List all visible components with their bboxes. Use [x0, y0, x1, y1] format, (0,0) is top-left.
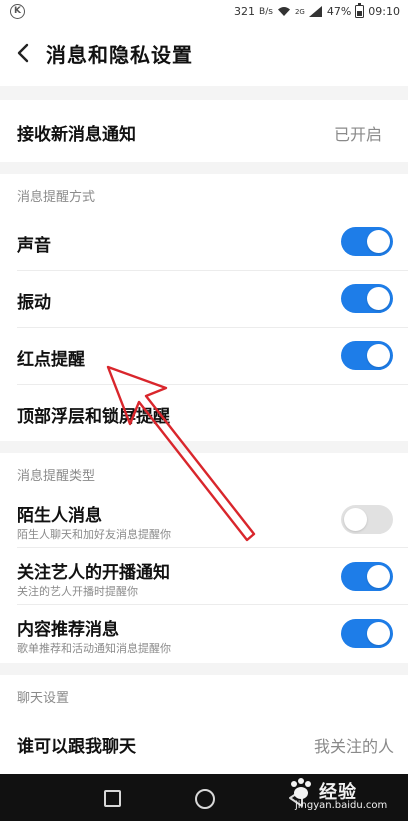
receive-notify-row[interactable]: 接收新消息通知 已开启 [0, 100, 408, 162]
home-icon[interactable] [195, 789, 215, 809]
artist-live-toggle[interactable] [341, 562, 393, 591]
reminder-type-card: 消息提醒类型 陌生人消息 陌生人聊天和加好友消息提醒你 关注艺人的开播通知 关注… [0, 453, 408, 663]
red-dot-toggle[interactable] [341, 341, 393, 370]
network-speed-unit: B/s [259, 6, 273, 17]
signal-icon [308, 6, 323, 17]
who-can-chat-row[interactable]: 谁可以跟我聊天 我关注的人 [0, 715, 408, 771]
receive-notify-label: 接收新消息通知 [17, 125, 136, 145]
toggle-knob [344, 508, 367, 531]
paw-logo-icon [291, 778, 311, 799]
recommend-label: 内容推荐消息 [17, 620, 119, 640]
red-dot-label: 红点提醒 [17, 350, 85, 370]
who-can-chat-label: 谁可以跟我聊天 [17, 737, 136, 757]
clock-time: 09:10 [368, 5, 400, 18]
reminder-type-artist-live[interactable]: 关注艺人的开播通知 关注的艺人开播时提醒你 [0, 548, 408, 604]
chat-settings-card: 聊天设置 谁可以跟我聊天 我关注的人 [0, 675, 408, 774]
top-float-lock-row[interactable]: 顶部浮层和锁屏提醒 [0, 385, 408, 441]
reminder-mode-card: 消息提醒方式 声音 振动 红点提醒 顶部浮层和锁屏提醒 [0, 174, 408, 441]
artist-live-sub: 关注的艺人开播时提醒你 [17, 585, 138, 598]
battery-icon [355, 3, 365, 18]
page-title: 消息和隐私设置 [46, 43, 193, 67]
status-bar: K 321 B/s 2G 47% 09:10 [0, 0, 408, 24]
status-indicators: 321 B/s 2G 47% 09:10 [234, 3, 400, 18]
stranger-sub: 陌生人聊天和加好友消息提醒你 [17, 528, 171, 541]
stranger-label: 陌生人消息 [17, 506, 102, 526]
who-can-chat-value: 我关注的人 [313, 737, 394, 756]
toggle-knob [367, 622, 390, 645]
network-speed: 321 [234, 5, 256, 18]
reminder-type-recommend[interactable]: 内容推荐消息 歌单推荐和活动通知消息提醒你 [0, 605, 408, 661]
artist-live-label: 关注艺人的开播通知 [17, 563, 170, 583]
section-header-reminder-mode: 消息提醒方式 [17, 190, 96, 205]
back-arrow-icon[interactable] [14, 40, 36, 66]
reminder-item-vibrate[interactable]: 振动 [0, 271, 408, 327]
recommend-toggle[interactable] [341, 619, 393, 648]
receive-notify-value: 已开启 [333, 125, 382, 144]
recommend-sub: 歌单推荐和活动通知消息提醒你 [17, 642, 171, 655]
receive-notify-card: 接收新消息通知 已开启 [0, 100, 408, 162]
section-header-chat: 聊天设置 [17, 691, 70, 706]
battery-fill [357, 10, 363, 16]
watermark-url: jingyan.baidu.com [295, 800, 388, 811]
wifi-icon [277, 6, 291, 17]
watermark: 经验 jingyan.baidu.com [285, 776, 403, 818]
battery-percent: 47% [326, 5, 352, 18]
app-bar: 消息和隐私设置 [0, 24, 408, 86]
sound-toggle[interactable] [341, 227, 393, 256]
stranger-toggle[interactable] [341, 505, 393, 534]
recent-apps-icon[interactable] [104, 790, 121, 807]
reminder-item-sound[interactable]: 声音 [0, 214, 408, 270]
toggle-knob [367, 565, 390, 588]
vibrate-label: 振动 [17, 293, 51, 313]
toggle-knob [367, 230, 390, 253]
reminder-type-stranger[interactable]: 陌生人消息 陌生人聊天和加好友消息提醒你 [0, 491, 408, 547]
toggle-knob [367, 287, 390, 310]
sound-label: 声音 [17, 236, 51, 256]
toggle-knob [367, 344, 390, 367]
top-float-label: 顶部浮层和锁屏提醒 [17, 407, 170, 427]
network-type: 2G [294, 7, 305, 16]
app-badge-icon: K [10, 4, 25, 19]
section-header-reminder-type: 消息提醒类型 [17, 469, 96, 484]
vibrate-toggle[interactable] [341, 284, 393, 313]
reminder-item-red-dot[interactable]: 红点提醒 [0, 328, 408, 384]
